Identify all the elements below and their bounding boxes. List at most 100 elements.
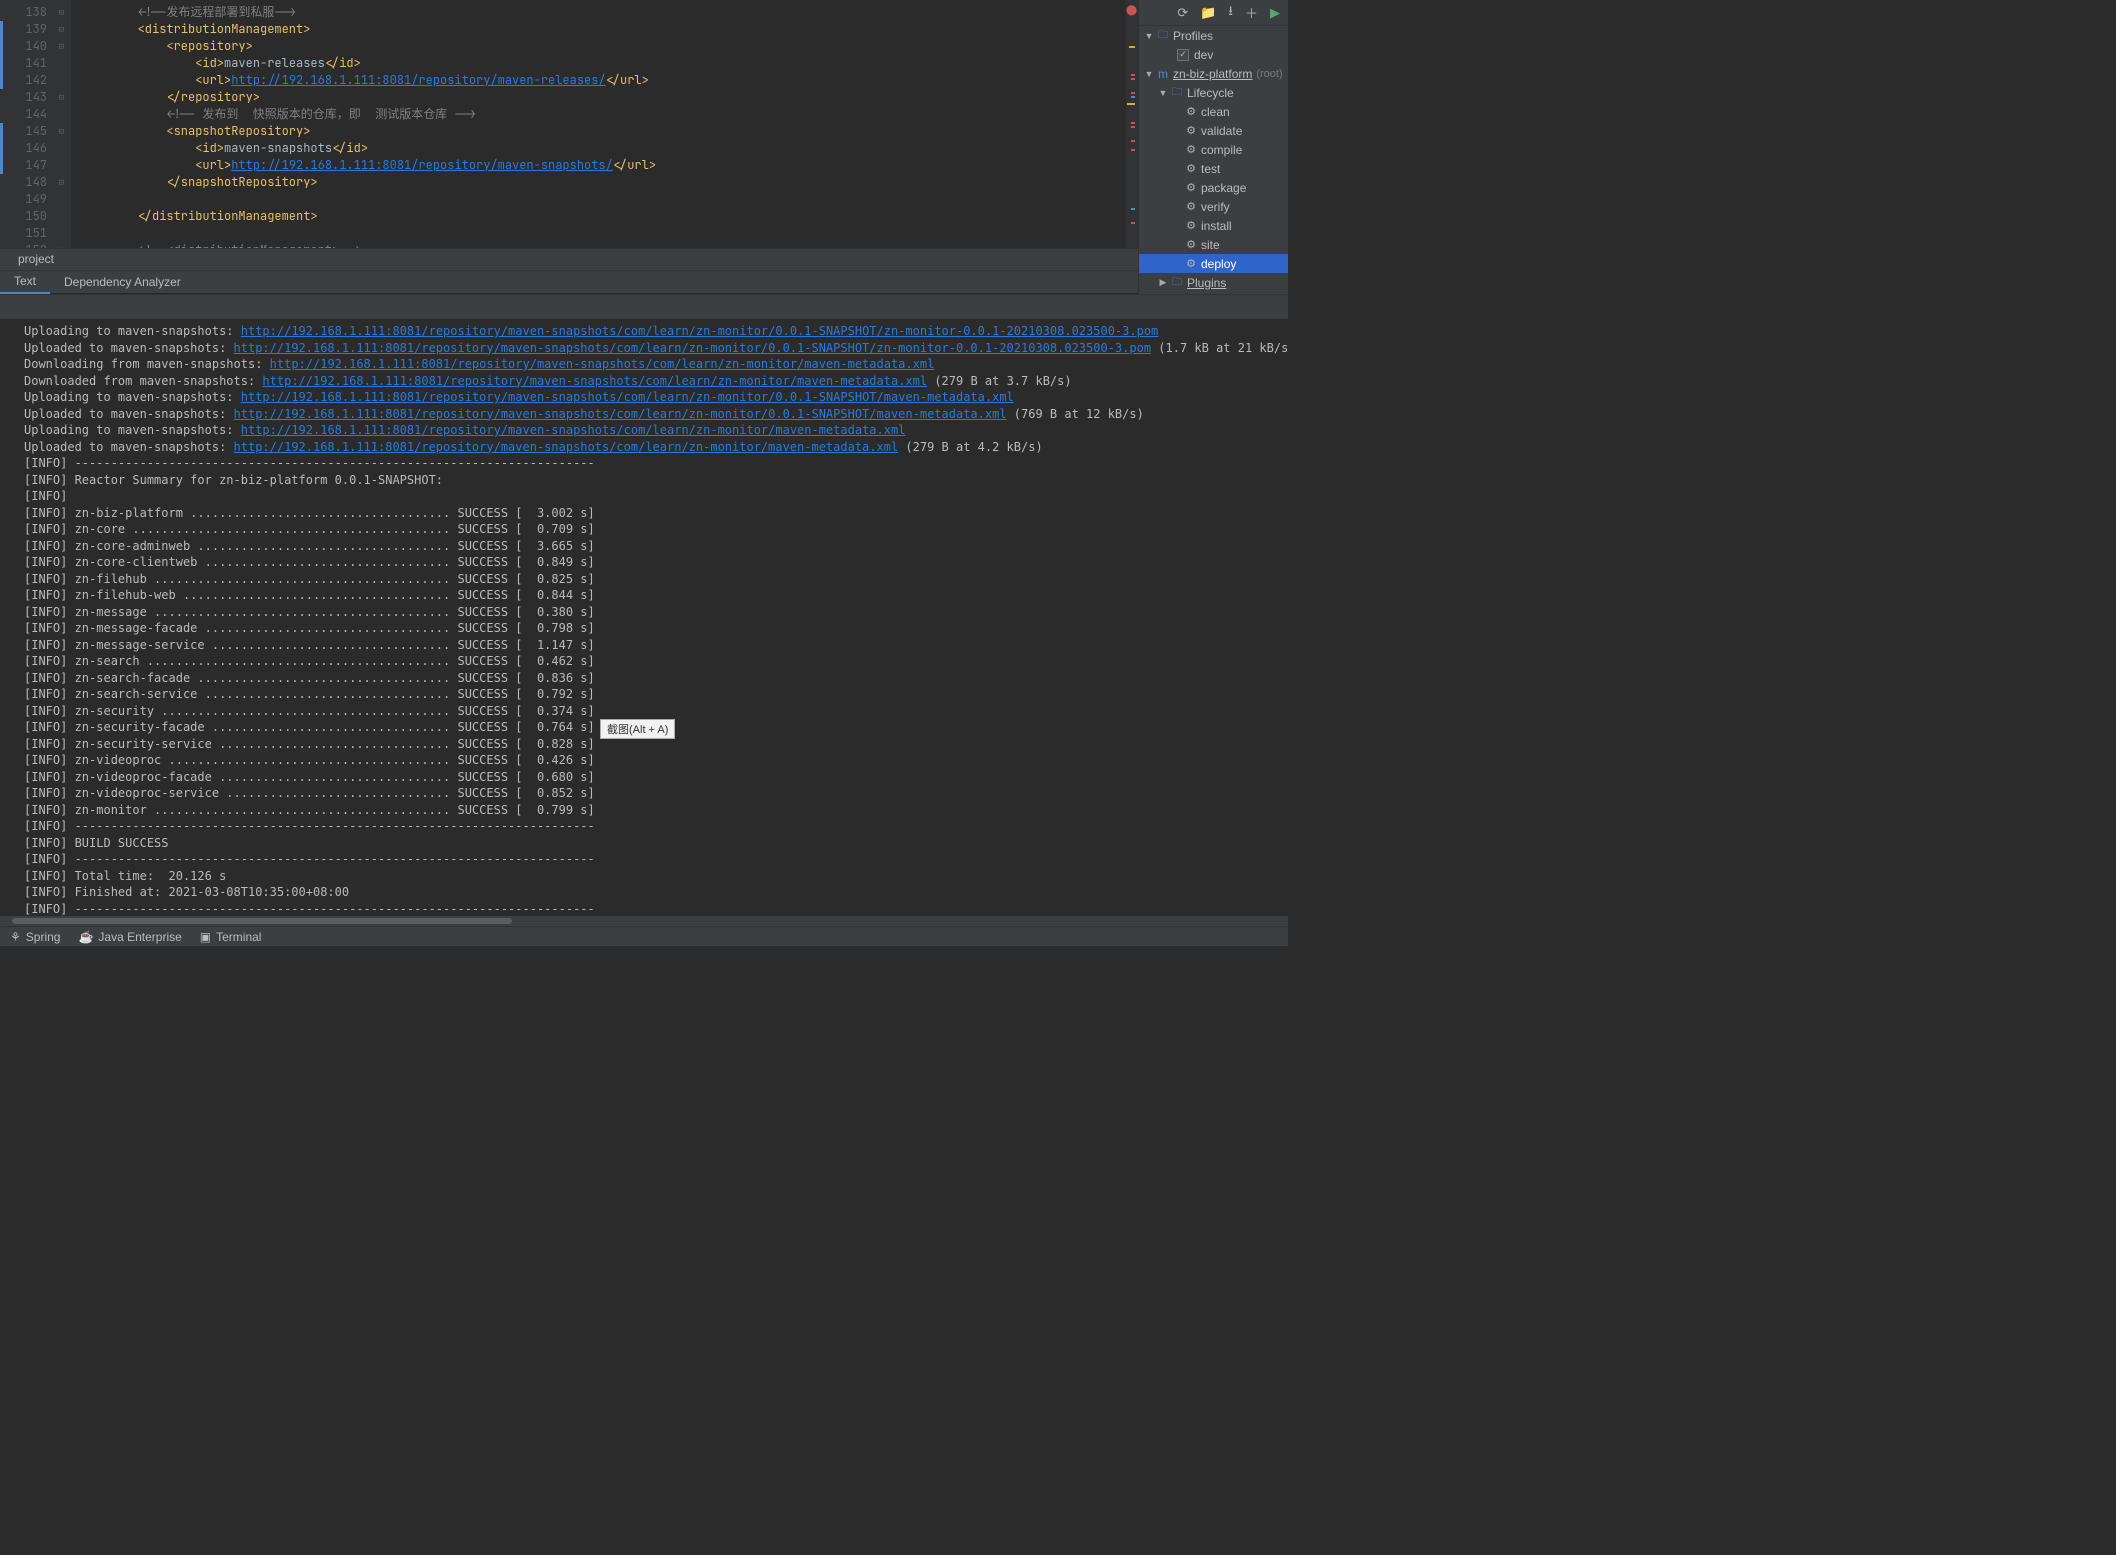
console-link[interactable]: http://192.168.1.111:8081/repository/mav… (241, 324, 1159, 338)
stripe-mark[interactable] (1131, 92, 1135, 94)
tool-window-java-enterprise[interactable]: ☕Java Enterprise (78, 930, 181, 944)
line-number[interactable]: 141 (0, 55, 71, 72)
console-line[interactable]: [INFO] Reactor Summary for zn-biz-platfo… (24, 472, 1288, 489)
line-number[interactable]: 138⊟ (0, 4, 71, 21)
console-link[interactable]: http://192.168.1.111:8081/repository/mav… (241, 390, 1014, 404)
console-link[interactable]: http://192.168.1.111:8081/repository/mav… (241, 423, 906, 437)
fold-icon[interactable]: ⊟ (59, 21, 64, 38)
console-line[interactable]: [INFO] Finished at: 2021-03-08T10:35:00+… (24, 884, 1288, 901)
console-line[interactable]: [INFO] zn-core-adminweb ................… (24, 538, 1288, 555)
console-line[interactable]: [INFO] zn-core-clientweb ...............… (24, 554, 1288, 571)
code-editor[interactable]: 138⊟139⊟140⊟141142143⊟144145⊟146147148⊟1… (0, 0, 1138, 248)
error-stripe[interactable]: ⬤ (1126, 0, 1138, 248)
maven-goal-validate[interactable]: ⚙validate (1139, 121, 1288, 140)
stripe-mark[interactable] (1131, 149, 1135, 151)
maven-goal-compile[interactable]: ⚙compile (1139, 140, 1288, 159)
console-line[interactable]: [INFO] zn-security .....................… (24, 703, 1288, 720)
line-number[interactable]: 152⊟ (0, 242, 71, 248)
line-number[interactable]: 150 (0, 208, 71, 225)
code-line[interactable]: <snapshotRepository> (80, 123, 1126, 140)
console-line[interactable]: [INFO] zn-message-facade ...............… (24, 620, 1288, 637)
editor-tab-dependency-analyzer[interactable]: Dependency Analyzer (50, 271, 195, 293)
console-line[interactable]: [INFO] zn-message ......................… (24, 604, 1288, 621)
line-number[interactable]: 144 (0, 106, 71, 123)
console-line[interactable]: [INFO] zn-filehub ......................… (24, 571, 1288, 588)
console-line[interactable]: [INFO] zn-core .........................… (24, 521, 1288, 538)
stripe-mark[interactable] (1131, 208, 1135, 210)
maven-root-module[interactable]: ▼mzn-biz-platform(root) (1139, 64, 1288, 83)
stripe-mark[interactable] (1131, 140, 1135, 142)
code-line[interactable] (80, 191, 1126, 208)
stripe-mark[interactable] (1131, 78, 1135, 80)
add-icon[interactable]: ＋ (1245, 3, 1258, 22)
console-link[interactable]: http://192.168.1.111:8081/repository/mav… (234, 407, 1007, 421)
console-line[interactable]: [INFO] zn-search-service ...............… (24, 686, 1288, 703)
console-line[interactable]: Uploading to maven-snapshots: http://192… (24, 323, 1288, 340)
maven-goal-install[interactable]: ⚙install (1139, 216, 1288, 235)
stripe-mark[interactable] (1131, 126, 1135, 128)
stripe-mark[interactable] (1131, 74, 1135, 76)
download-icon[interactable]: ⭳ (1228, 2, 1233, 24)
line-number[interactable]: 148⊟ (0, 174, 71, 191)
console-line[interactable]: Uploaded to maven-snapshots: http://192.… (24, 406, 1288, 423)
tool-window-spring[interactable]: ⚘Spring (10, 930, 60, 944)
line-number[interactable]: 145⊟ (0, 123, 71, 140)
console-line[interactable]: [INFO] (24, 488, 1288, 505)
console-link[interactable]: http://192.168.1.111:8081/repository/mav… (270, 357, 935, 371)
code-line[interactable]: </snapshotRepository> (80, 174, 1126, 191)
maven-goal-verify[interactable]: ⚙verify (1139, 197, 1288, 216)
line-number[interactable]: 146 (0, 140, 71, 157)
fold-icon[interactable]: ⊟ (59, 123, 64, 140)
console-line[interactable]: [INFO] ---------------------------------… (24, 851, 1288, 868)
code-line[interactable]: <url>http://192.168.1.111:8081/repositor… (80, 72, 1126, 89)
editor-tab-text[interactable]: Text (0, 270, 50, 294)
console-line[interactable]: [INFO] zn-biz-platform .................… (24, 505, 1288, 522)
console-line[interactable]: Uploaded to maven-snapshots: http://192.… (24, 340, 1288, 357)
maven-profile-dev[interactable]: ✓dev (1139, 45, 1288, 64)
console-hscrollbar[interactable] (0, 916, 1288, 926)
console-line[interactable]: [INFO] zn-filehub-web ..................… (24, 587, 1288, 604)
maven-goal-test[interactable]: ⚙test (1139, 159, 1288, 178)
console-link[interactable]: http://192.168.1.111:8081/repository/mav… (262, 374, 927, 388)
console-line[interactable]: [INFO] zn-monitor ......................… (24, 802, 1288, 819)
console-line[interactable]: [INFO] Total time: 20.126 s (24, 868, 1288, 885)
console-line[interactable]: [INFO] zn-message-service ..............… (24, 637, 1288, 654)
line-number[interactable]: 143⊟ (0, 89, 71, 106)
line-number[interactable]: 142 (0, 72, 71, 89)
console-line[interactable]: [INFO] zn-videoproc-service ............… (24, 785, 1288, 802)
console-line[interactable]: [INFO] ---------------------------------… (24, 901, 1288, 917)
run-icon[interactable]: ▶ (1270, 5, 1280, 21)
line-number[interactable]: 140⊟ (0, 38, 71, 55)
code-line[interactable]: <!-- 发布到 快照版本的仓库，即 测试版本仓库 --> (80, 106, 1126, 123)
console-line[interactable]: [INFO] zn-search-facade ................… (24, 670, 1288, 687)
line-number[interactable]: 149 (0, 191, 71, 208)
line-number[interactable]: 147 (0, 157, 71, 174)
fold-icon[interactable]: ⊟ (59, 4, 64, 21)
reimport-icon[interactable]: ⟳ (1177, 5, 1188, 21)
fold-icon[interactable]: ⊟ (59, 89, 64, 106)
maven-goal-site[interactable]: ⚙site (1139, 235, 1288, 254)
console-line[interactable]: [INFO] BUILD SUCCESS (24, 835, 1288, 852)
code-line[interactable]: </distributionManagement> (80, 208, 1126, 225)
stripe-mark[interactable] (1131, 222, 1135, 224)
stripe-mark[interactable] (1127, 103, 1135, 105)
maven-goal-package[interactable]: ⚙package (1139, 178, 1288, 197)
maven-lifecycle[interactable]: ▼🗀Lifecycle (1139, 83, 1288, 102)
maven-goal-deploy[interactable]: ⚙deploy (1139, 254, 1288, 273)
code-line[interactable]: <id>maven-releases</id> (80, 55, 1126, 72)
code-line[interactable]: <distributionManagement> (80, 21, 1126, 38)
console-line[interactable]: [INFO] zn-videoproc-facade .............… (24, 769, 1288, 786)
code-line[interactable]: <url>http://192.168.1.111:8081/repositor… (80, 157, 1126, 174)
code-line[interactable]: <!--发布远程部署到私服--> (80, 4, 1126, 21)
checkbox-icon[interactable]: ✓ (1177, 49, 1189, 61)
console-line[interactable]: [INFO] ---------------------------------… (24, 455, 1288, 472)
maven-plugins[interactable]: ▶🗀Plugins (1139, 273, 1288, 292)
code-line[interactable]: <!--<distributionManagement>--> (80, 242, 1126, 248)
fold-icon[interactable]: ⊟ (59, 38, 64, 55)
console-line[interactable]: Uploading to maven-snapshots: http://192… (24, 389, 1288, 406)
console-link[interactable]: http://192.168.1.111:8081/repository/mav… (234, 440, 899, 454)
stripe-mark[interactable] (1129, 46, 1135, 48)
console-line[interactable]: [INFO] ---------------------------------… (24, 818, 1288, 835)
fold-icon[interactable]: ⊟ (59, 174, 64, 191)
code-line[interactable]: <id>maven-snapshots</id> (80, 140, 1126, 157)
